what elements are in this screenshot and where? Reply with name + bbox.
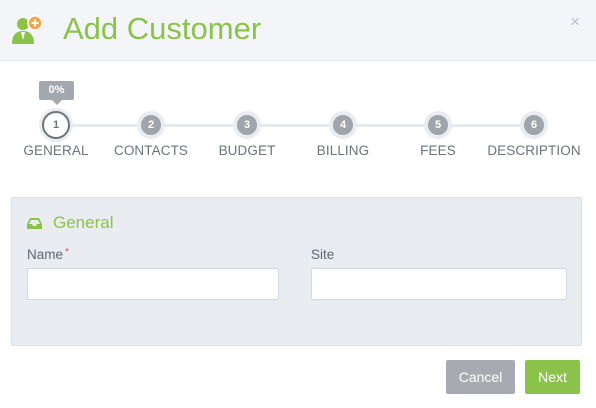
step-number: 4 (329, 111, 357, 139)
site-input[interactable] (311, 268, 567, 300)
step-label: DESCRIPTION (487, 143, 581, 158)
progress-badge: 0% (39, 81, 74, 105)
dialog-title: Add Customer (63, 11, 262, 46)
name-label-text: Name (27, 247, 64, 262)
step-number: 1 (42, 111, 70, 139)
required-mark: * (65, 247, 69, 258)
inbox-icon (27, 218, 42, 229)
step-number: 6 (520, 111, 548, 139)
name-label: Name * (27, 247, 69, 262)
site-label: Site (311, 247, 335, 262)
general-panel: General Name * Site (11, 197, 582, 346)
step-number: 5 (424, 111, 452, 139)
next-button[interactable]: Next (525, 360, 580, 394)
panel-title: General (53, 213, 114, 232)
name-input[interactable] (27, 268, 279, 300)
close-icon[interactable]: × (570, 12, 580, 32)
cancel-button[interactable]: Cancel (446, 360, 515, 394)
wizard-progress-line (56, 124, 534, 127)
wizard-steps: 0% 1 GENERAL 2 CONTACTS 3 BUDGET 4 BILLI… (0, 60, 596, 180)
add-customer-icon (12, 15, 43, 44)
step-number: 2 (137, 111, 165, 139)
dialog-header: Add Customer × (0, 0, 596, 61)
step-number: 3 (233, 111, 261, 139)
